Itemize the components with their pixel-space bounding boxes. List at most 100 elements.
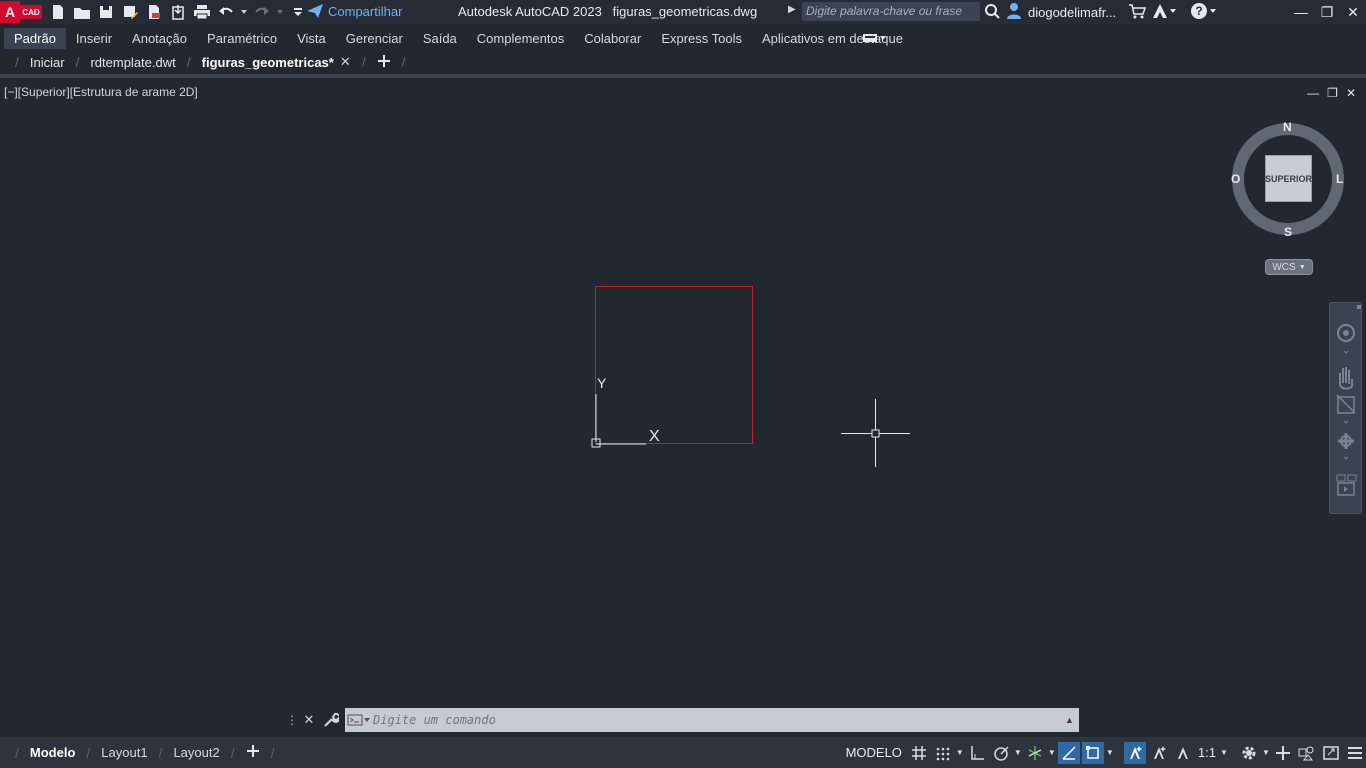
ribbon-tab-gerenciar[interactable]: Gerenciar bbox=[336, 28, 413, 49]
doc-tab-rdtemplate[interactable]: rdtemplate.dwt bbox=[80, 52, 185, 73]
undo-dropdown-icon[interactable] bbox=[240, 2, 248, 22]
workspace-dropdown-icon[interactable]: ▼ bbox=[1262, 748, 1270, 757]
command-customize-icon[interactable] bbox=[320, 708, 342, 732]
annotation-monitor-icon[interactable] bbox=[1272, 742, 1294, 764]
close-tab-icon[interactable]: ✕ bbox=[340, 54, 351, 70]
restore-icon[interactable]: ❐ bbox=[1314, 0, 1340, 24]
annotation-scale-value[interactable]: 1:1 bbox=[1196, 745, 1218, 760]
scale-dropdown-icon[interactable]: ▼ bbox=[1220, 748, 1228, 757]
quick-access-toolbar bbox=[48, 2, 308, 22]
close-icon[interactable]: ✕ bbox=[1340, 0, 1366, 24]
object-snap-dropdown-icon[interactable]: ▼ bbox=[1106, 748, 1114, 757]
customization-menu-icon[interactable] bbox=[1344, 742, 1366, 764]
document-tabs: / Iniciar / rdtemplate.dwt / figuras_geo… bbox=[0, 51, 1366, 73]
ribbon-tab-colaborar[interactable]: Colaborar bbox=[574, 28, 651, 49]
print-icon[interactable] bbox=[192, 2, 212, 22]
user-icon[interactable] bbox=[1006, 2, 1022, 23]
viewport-minimize-icon[interactable]: — bbox=[1307, 86, 1319, 100]
app-logo-letter: A bbox=[0, 1, 20, 23]
snap-dropdown-icon[interactable]: ▼ bbox=[956, 748, 964, 757]
red-square-shape[interactable] bbox=[595, 286, 753, 444]
customize-qat-icon[interactable] bbox=[288, 2, 308, 22]
object-snap-icon[interactable] bbox=[1081, 741, 1104, 764]
object-snap-tracking-icon[interactable] bbox=[1057, 741, 1080, 764]
workspace-gear-icon[interactable] bbox=[1238, 742, 1260, 764]
ribbon-tab-saida[interactable]: Saída bbox=[413, 28, 467, 49]
grid-icon[interactable] bbox=[908, 742, 930, 764]
ribbon-tab-anotacao[interactable]: Anotação bbox=[122, 28, 197, 49]
search-expand-icon[interactable]: ▶ bbox=[788, 4, 796, 15]
ribbon-tab-vista[interactable]: Vista bbox=[287, 28, 336, 49]
layout-tab-layout2[interactable]: Layout2 bbox=[163, 741, 229, 764]
compass-south[interactable]: S bbox=[1284, 225, 1292, 239]
undo-icon[interactable] bbox=[216, 2, 236, 22]
annotation-visibility-icon[interactable] bbox=[1123, 741, 1146, 764]
compass-west[interactable]: O bbox=[1231, 172, 1240, 186]
autodesk-app-icon[interactable] bbox=[1152, 3, 1177, 22]
model-space-toggle[interactable]: MODELO bbox=[842, 745, 906, 760]
ucs-icon bbox=[591, 394, 646, 448]
command-close-icon[interactable]: ✕ bbox=[298, 708, 320, 732]
isolate-objects-icon[interactable] bbox=[1296, 742, 1318, 764]
ribbon-tab-express-tools[interactable]: Express Tools bbox=[651, 28, 752, 49]
command-line: ⋮ ✕ ▲ bbox=[286, 708, 1079, 732]
drawing-canvas[interactable]: Y X bbox=[0, 78, 1366, 708]
save-icon[interactable] bbox=[96, 2, 116, 22]
viewport-window-controls: — ❐ ✕ bbox=[1307, 86, 1356, 100]
viewcube[interactable]: SUPERIOR N S L O bbox=[1230, 118, 1348, 240]
ribbon-minimize-toggle[interactable] bbox=[862, 32, 888, 44]
command-line-grip-icon[interactable]: ⋮ bbox=[286, 708, 298, 732]
navbar-icons bbox=[1336, 305, 1361, 496]
snap-icon[interactable] bbox=[932, 742, 954, 764]
viewport-close-icon[interactable]: ✕ bbox=[1346, 86, 1356, 100]
command-history-icon[interactable]: ▲ bbox=[1065, 715, 1079, 725]
open-folder-icon[interactable] bbox=[72, 2, 92, 22]
navigation-bar bbox=[1329, 302, 1362, 514]
help-icon[interactable]: ? bbox=[1190, 2, 1217, 23]
polar-dropdown-icon[interactable]: ▼ bbox=[1014, 748, 1022, 757]
save-as-icon[interactable] bbox=[120, 2, 140, 22]
share-button[interactable]: Compartilhar bbox=[306, 3, 402, 19]
new-tab-button[interactable] bbox=[367, 51, 401, 74]
username[interactable]: diogodelimafr... bbox=[1028, 5, 1116, 20]
layout-tabs: / Modelo / Layout1 / Layout2 / / bbox=[0, 740, 275, 765]
command-input[interactable] bbox=[373, 713, 1065, 727]
search-icon[interactable] bbox=[984, 3, 1000, 22]
viewcube-face-superior[interactable]: SUPERIOR bbox=[1265, 155, 1312, 202]
export-pdf-icon[interactable] bbox=[144, 2, 164, 22]
search-input[interactable]: Digite palavra-chave ou frase bbox=[802, 2, 980, 21]
isodraft-dropdown-icon[interactable]: ▼ bbox=[1048, 748, 1056, 757]
viewport-controls-label[interactable]: [−][Superior][Estrutura de arame 2D] bbox=[4, 85, 198, 99]
redo-icon[interactable] bbox=[252, 2, 272, 22]
layout-tab-layout1[interactable]: Layout1 bbox=[91, 741, 157, 764]
command-input-box[interactable]: ▲ bbox=[345, 708, 1079, 732]
clean-screen-icon[interactable] bbox=[1320, 742, 1342, 764]
layout-tab-modelo[interactable]: Modelo bbox=[20, 741, 86, 764]
cart-icon[interactable] bbox=[1128, 3, 1147, 22]
viewport-restore-icon[interactable]: ❐ bbox=[1327, 86, 1338, 100]
doc-tab-iniciar[interactable]: Iniciar bbox=[20, 52, 75, 73]
title-bar: A CAD Compartilhar Autodesk AutoCAD 2023… bbox=[0, 0, 1366, 24]
compass-east[interactable]: L bbox=[1336, 172, 1343, 186]
isodraft-icon[interactable] bbox=[1024, 742, 1046, 764]
ribbon-tab-padrao[interactable]: Padrão bbox=[4, 27, 66, 49]
polar-tracking-icon[interactable] bbox=[990, 742, 1012, 764]
ribbon-tab-parametrico[interactable]: Paramétrico bbox=[197, 28, 287, 49]
ribbon-tab-complementos[interactable]: Complementos bbox=[467, 28, 574, 49]
doc-tab-figuras[interactable]: figuras_geometricas* ✕ bbox=[192, 51, 361, 73]
recent-commands-icon[interactable] bbox=[345, 713, 373, 727]
ucs-y-label: Y bbox=[597, 375, 607, 391]
redo-dropdown-icon[interactable] bbox=[276, 2, 284, 22]
ortho-icon[interactable] bbox=[966, 742, 988, 764]
ribbon-tab-aplicativos[interactable]: Aplicativos em destaque bbox=[752, 28, 913, 49]
compass-north[interactable]: N bbox=[1283, 120, 1292, 134]
import-icon[interactable] bbox=[168, 2, 188, 22]
ribbon-tab-inserir[interactable]: Inserir bbox=[66, 28, 122, 49]
annotation-scale-icon[interactable] bbox=[1172, 742, 1194, 764]
minimize-icon[interactable]: — bbox=[1288, 0, 1314, 24]
app-logo[interactable]: A CAD bbox=[0, 0, 42, 24]
new-layout-button[interactable] bbox=[236, 740, 270, 765]
wcs-menu[interactable]: WCS ▼ bbox=[1265, 259, 1313, 275]
new-file-icon[interactable] bbox=[48, 2, 68, 22]
auto-scale-icon[interactable] bbox=[1148, 742, 1170, 764]
